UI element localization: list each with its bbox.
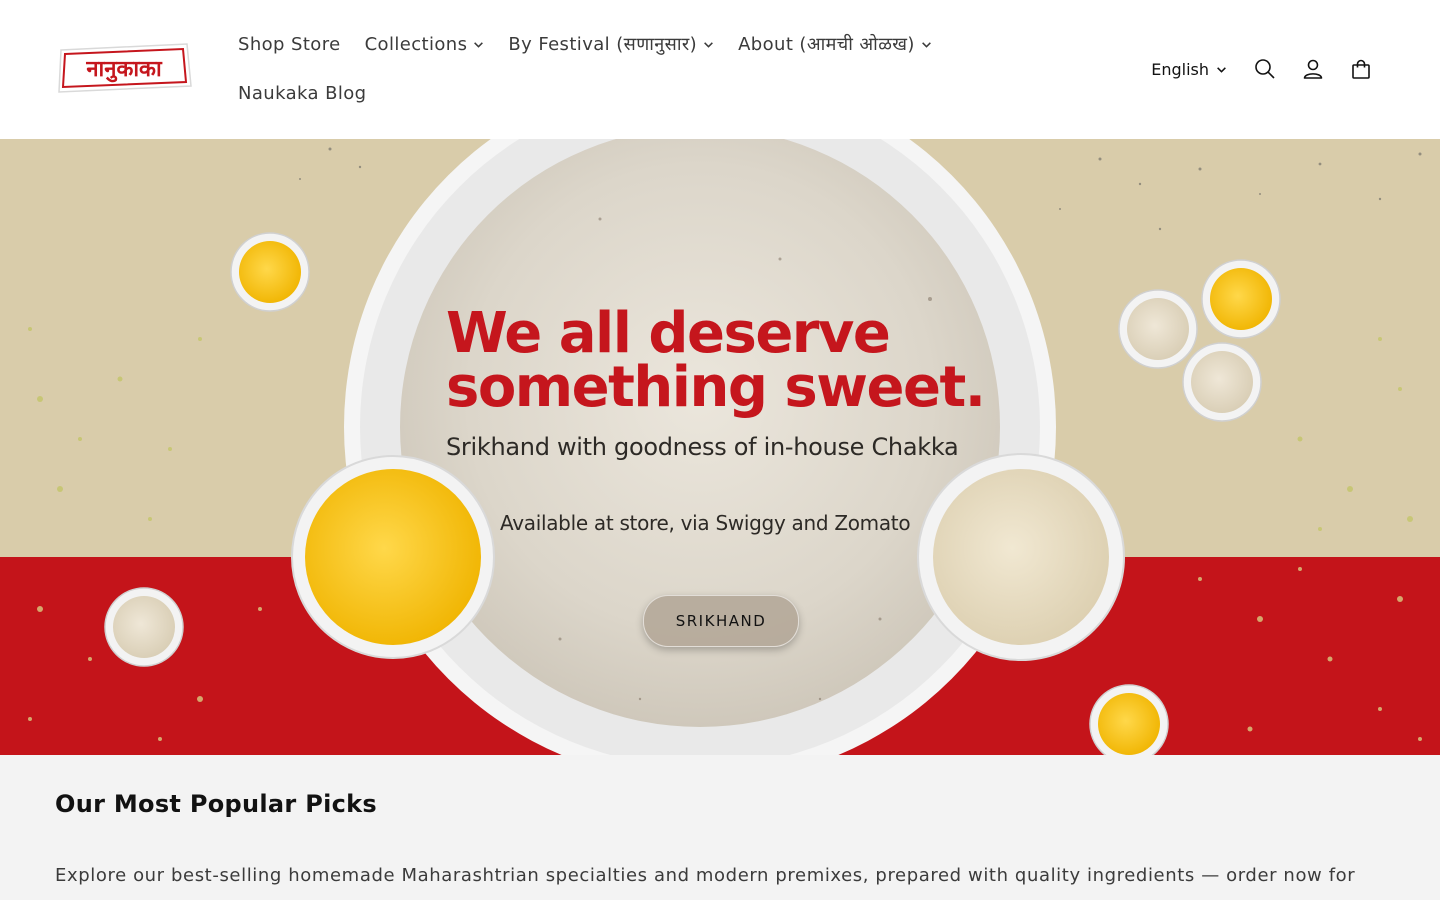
hero-headline-line2: something sweet.: [446, 355, 986, 420]
search-button[interactable]: [1241, 45, 1289, 93]
cart-button[interactable]: [1337, 45, 1385, 93]
hero-headline-line1: We all deserve: [446, 301, 891, 366]
main-nav: Shop Store Collections By Festival (सणान…: [226, 22, 1046, 120]
account-button[interactable]: [1289, 45, 1337, 93]
popular-picks-section: Our Most Popular Picks Explore our best-…: [0, 755, 1440, 900]
cart-icon: [1352, 59, 1370, 79]
svg-text:नानुकाका: नानुकाका: [85, 57, 163, 83]
nav-shop-store[interactable]: Shop Store: [226, 22, 353, 66]
language-selector[interactable]: English: [1151, 60, 1227, 79]
nav-naukaka-blog[interactable]: Naukaka Blog: [226, 71, 379, 115]
language-label: English: [1151, 59, 1209, 79]
nav-label: Naukaka Blog: [238, 82, 367, 104]
chevron-down-icon: [704, 41, 713, 48]
nav-label: About (आमची ओळख): [738, 34, 915, 55]
nav-collections[interactable]: Collections: [353, 22, 497, 66]
site-header: नानुकाका Shop Store Collections By Festi…: [0, 0, 1440, 140]
nav-about[interactable]: About (आमची ओळख): [726, 22, 944, 66]
nav-label: By Festival (सणानुसार): [508, 34, 698, 55]
brand-logo[interactable]: नानुकाका: [55, 42, 193, 94]
account-icon: [1303, 59, 1323, 79]
nav-label: Collections: [364, 33, 468, 55]
logo-badge: नानुकाका: [58, 43, 192, 93]
search-icon: [1255, 59, 1275, 79]
chevron-down-icon: [474, 41, 484, 48]
nav-by-festival[interactable]: By Festival (सणानुसार): [496, 22, 726, 66]
srikhand-button[interactable]: SRIKHAND: [643, 595, 799, 647]
nav-label: Shop Store: [238, 33, 341, 55]
chevron-down-icon: [921, 41, 931, 48]
hero-banner: We all deserve something sweet. Srikhand…: [0, 139, 1440, 755]
section-description: Explore our best-selling homemade Mahara…: [55, 865, 1356, 886]
hero-subheading: Srikhand with goodness of in-house Chakk…: [446, 433, 959, 461]
hero-headline: We all deserve something sweet.: [446, 301, 1066, 420]
hero-availability: Available at store, via Swiggy and Zomat…: [500, 511, 911, 535]
chevron-down-icon: [1217, 66, 1226, 73]
section-title: Our Most Popular Picks: [55, 790, 378, 818]
header-actions: English: [1151, 44, 1385, 94]
